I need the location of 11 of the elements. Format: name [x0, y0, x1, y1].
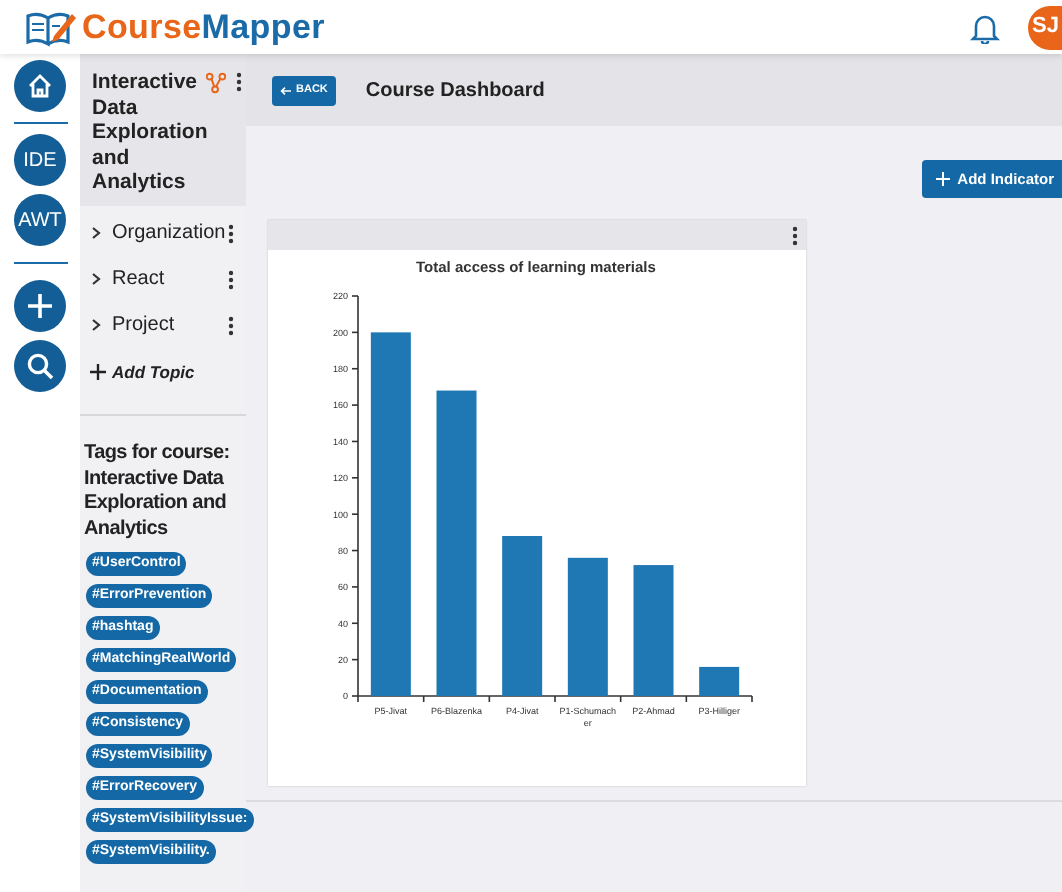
- topic-item[interactable]: React: [112, 264, 228, 294]
- course-button[interactable]: IDE: [14, 134, 66, 186]
- course-button[interactable]: AWT: [14, 194, 66, 246]
- page-title: Course Dashboard: [365, 77, 545, 105]
- topic-item[interactable]: Organization: [112, 218, 228, 248]
- course-title: Interactive Data Exploration and Analytics: [92, 70, 204, 195]
- app-logo-text: CourseMapper: [82, 5, 325, 50]
- add-topic-link[interactable]: Add Topic: [112, 359, 195, 385]
- topic-item[interactable]: Project: [112, 310, 228, 340]
- user-avatar[interactable]: SJ: [1028, 5, 1062, 49]
- tags-heading: Tags for course: Interactive Data Exploration and Analytics: [82, 442, 232, 542]
